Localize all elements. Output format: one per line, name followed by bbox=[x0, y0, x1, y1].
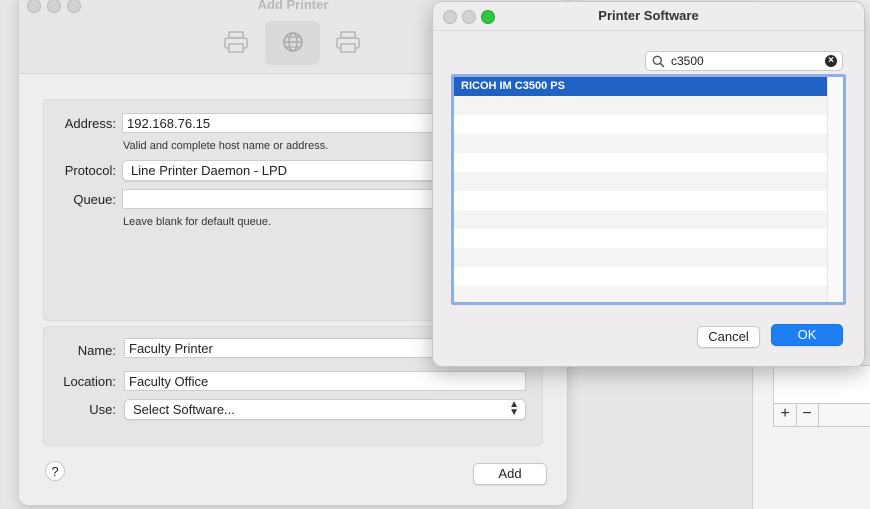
empty-row bbox=[454, 248, 827, 267]
empty-row bbox=[454, 153, 827, 172]
updown-chevron-icon: ▲ ▼ bbox=[509, 399, 519, 418]
search-field[interactable]: c3500 × bbox=[645, 51, 843, 71]
software-list[interactable]: RICOH IM C3500 PS bbox=[451, 74, 846, 305]
ip-globe-tab-icon[interactable] bbox=[278, 29, 308, 55]
use-label: Use: bbox=[89, 402, 116, 417]
clear-search-icon[interactable]: × bbox=[825, 55, 837, 67]
background-list bbox=[773, 365, 870, 404]
default-printer-tab-icon[interactable] bbox=[221, 29, 251, 55]
windows-printer-tab-icon[interactable] bbox=[333, 29, 363, 55]
empty-row bbox=[454, 286, 827, 302]
location-label: Location: bbox=[63, 374, 116, 389]
empty-row bbox=[454, 115, 827, 134]
use-software-value: Select Software... bbox=[133, 402, 235, 417]
list-scrollbar[interactable] bbox=[827, 77, 843, 302]
protocol-label: Protocol: bbox=[64, 163, 116, 178]
use-software-popup[interactable]: Select Software... ▲ ▼ bbox=[124, 399, 526, 420]
add-remove-bar: + − bbox=[773, 403, 870, 427]
sheet-title: Printer Software bbox=[598, 8, 699, 23]
queue-label: Queue: bbox=[73, 192, 116, 207]
remove-item-button[interactable]: − bbox=[796, 404, 819, 426]
address-hint: Valid and complete host name or address. bbox=[123, 140, 329, 152]
empty-row bbox=[454, 267, 827, 286]
empty-row bbox=[454, 96, 827, 115]
empty-row bbox=[454, 134, 827, 153]
help-button[interactable]: ? bbox=[45, 461, 65, 481]
add-button[interactable]: Add bbox=[473, 463, 547, 485]
ok-button[interactable]: OK bbox=[771, 324, 843, 346]
location-field[interactable]: Faculty Office bbox=[124, 371, 526, 391]
empty-row bbox=[454, 191, 827, 210]
address-label: Address: bbox=[64, 116, 116, 131]
search-icon bbox=[652, 55, 665, 68]
empty-row bbox=[454, 172, 827, 191]
cancel-button[interactable]: Cancel bbox=[697, 326, 760, 348]
empty-row bbox=[454, 210, 827, 229]
printer-software-sheet: Printer Software c3500 × RICOH IM C3500 … bbox=[432, 1, 865, 367]
search-value: c3500 bbox=[671, 54, 704, 68]
sheet-title-divider bbox=[433, 30, 864, 31]
add-item-button[interactable]: + bbox=[774, 404, 797, 426]
empty-row bbox=[454, 229, 827, 248]
queue-hint: Leave blank for default queue. bbox=[123, 216, 272, 228]
name-label: Name: bbox=[77, 343, 116, 358]
list-item[interactable]: RICOH IM C3500 PS bbox=[454, 77, 827, 96]
